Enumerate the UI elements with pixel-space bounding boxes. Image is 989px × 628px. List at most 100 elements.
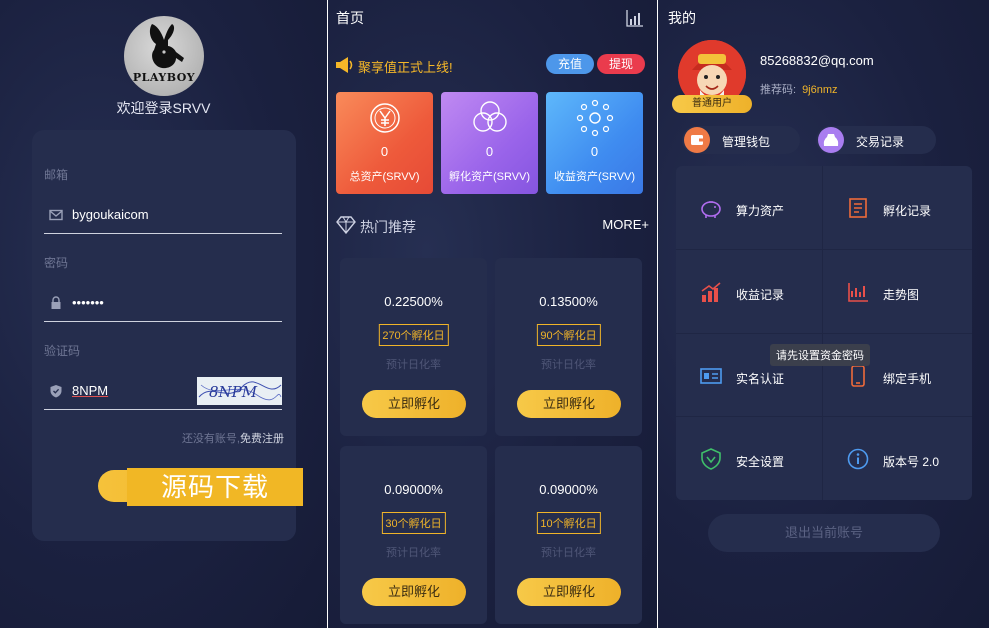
envelope-icon — [49, 209, 63, 221]
menu-label: 算力资产 — [736, 204, 785, 218]
captcha-value: 8NPM — [72, 383, 109, 398]
asset-card-total[interactable]: 0 总资产(SRVV) — [336, 92, 433, 194]
chart-icon[interactable] — [626, 9, 644, 27]
product-sub: 预计日化率 — [541, 359, 596, 371]
register-prompt: 还没有账号,免费注册 — [181, 433, 284, 445]
welcome-title: 欢迎登录SRVV — [116, 100, 211, 116]
asset-value: 0 — [485, 144, 494, 159]
megaphone-icon — [336, 57, 353, 73]
product-days: 90个孵化日 — [536, 324, 601, 346]
incubate-button[interactable]: 立即孵化 — [362, 578, 466, 606]
menu-item-earnings-records[interactable]: 收益记录 — [676, 250, 822, 333]
menu-grid: 算力资产 孵化记录 收益记录 走势图 实名认证 绑定手机 安全设置 版本号 2.… — [676, 166, 972, 500]
profile-panel: 我的 普通用户 85268832@qq.com 推荐码: 9j6nmz 管理钱包 … — [658, 0, 989, 628]
fund-password-tooltip: 请先设置资金密码 — [770, 344, 870, 366]
incubate-button[interactable]: 立即孵化 — [517, 390, 621, 418]
product-card: 0.22500% 270个孵化日 预计日化率 立即孵化 — [340, 258, 487, 436]
line-chart-icon — [848, 283, 868, 302]
product-card: 0.13500% 90个孵化日 预计日化率 立即孵化 — [495, 258, 642, 436]
wallet-label: 管理钱包 — [722, 135, 771, 149]
menu-label: 安全设置 — [736, 455, 785, 469]
asset-label: 收益资产(SRVV) — [553, 171, 636, 183]
lock-icon — [51, 296, 61, 309]
logo-text: PLAYBOY — [132, 71, 196, 84]
id-card-icon — [700, 368, 722, 384]
yen-coin-icon — [370, 103, 400, 133]
product-card: 0.09000% 30个孵化日 预计日化率 立即孵化 — [340, 446, 487, 624]
page-title: 我的 — [668, 10, 696, 26]
circles-icon — [473, 101, 507, 132]
asset-label: 孵化资产(SRVV) — [448, 171, 531, 183]
product-sub: 预计日化率 — [386, 547, 441, 559]
incubate-button[interactable]: 立即孵化 — [517, 578, 621, 606]
asset-card-earnings[interactable]: 0 收益资产(SRVV) — [546, 92, 643, 194]
captcha-label: 验证码 — [44, 344, 81, 358]
password-label: 密码 — [44, 256, 69, 270]
referral-code: 推荐码: 9j6nmz — [760, 84, 838, 96]
product-days: 270个孵化日 — [378, 324, 449, 346]
bunny-icon — [149, 24, 184, 69]
product-card: 0.09000% 10个孵化日 预计日化率 立即孵化 — [495, 446, 642, 624]
more-link[interactable]: MORE+ — [602, 217, 649, 232]
ledger-icon — [849, 198, 867, 218]
asset-card-incubation[interactable]: 0 孵化资产(SRVV) — [441, 92, 538, 194]
info-icon — [847, 448, 869, 470]
product-rate: 0.13500% — [539, 294, 598, 309]
product-rate: 0.09000% — [539, 482, 598, 497]
register-link[interactable]: 免费注册 — [240, 433, 284, 445]
captcha-field[interactable]: 8NPM 8NPM — [44, 374, 282, 410]
home-panel: 首页 聚享值正式上线! 充值 提现 0 总资产(SRVV) 0 孵化资产(SRV… — [328, 0, 657, 628]
withdraw-button[interactable]: 提现 — [597, 54, 645, 74]
phone-icon — [851, 365, 865, 387]
menu-label: 收益记录 — [736, 288, 785, 302]
download-watermark: 源码下载 — [127, 468, 303, 506]
wallet-icon — [684, 127, 710, 153]
menu-item-trend-chart[interactable]: 走势图 — [823, 250, 969, 333]
email-label: 邮箱 — [44, 168, 69, 182]
trade-records-button[interactable]: 交易记录 — [816, 126, 936, 154]
playboy-logo: PLAYBOY — [124, 16, 204, 96]
menu-label: 走势图 — [883, 288, 920, 302]
password-field[interactable]: ••••••• — [44, 286, 282, 322]
product-days: 30个孵化日 — [381, 512, 446, 534]
email-field[interactable]: bygoukaicom — [44, 198, 282, 234]
menu-label: 实名认证 — [736, 372, 785, 386]
product-sub: 预计日化率 — [541, 547, 596, 559]
product-days: 10个孵化日 — [536, 512, 601, 534]
product-rate: 0.22500% — [384, 294, 443, 309]
asset-value: 0 — [590, 144, 599, 159]
password-value: ••••••• — [72, 295, 104, 310]
menu-item-incubation-records[interactable]: 孵化记录 — [823, 166, 969, 249]
menu-item-hashpower[interactable]: 算力资产 — [676, 166, 822, 249]
page-title: 首页 — [336, 10, 364, 26]
menu-label: 孵化记录 — [883, 204, 932, 218]
user-level-badge: 普通用户 — [672, 95, 752, 113]
asset-value: 0 — [380, 144, 389, 159]
menu-label: 绑定手机 — [883, 372, 932, 386]
menu-label: 版本号 2.0 — [883, 455, 940, 469]
piggy-bank-icon — [701, 201, 721, 218]
product-sub: 预计日化率 — [386, 359, 441, 371]
incubate-button[interactable]: 立即孵化 — [362, 390, 466, 418]
shield-check-icon — [50, 385, 62, 398]
asset-label: 总资产(SRVV) — [349, 171, 420, 183]
email-value: bygoukaicom — [72, 207, 149, 222]
manage-wallet-button[interactable]: 管理钱包 — [682, 126, 800, 154]
network-icon — [576, 99, 614, 137]
notice-text[interactable]: 聚享值正式上线! — [358, 57, 453, 76]
bar-trend-icon — [701, 282, 721, 302]
logout-button[interactable]: 退出当前账号 — [708, 514, 940, 552]
captcha-image[interactable]: 8NPM — [197, 377, 282, 405]
shield-icon — [701, 448, 721, 470]
menu-item-security[interactable]: 安全设置 — [676, 417, 822, 500]
svg-text:8NPM: 8NPM — [209, 383, 258, 401]
user-email: 85268832@qq.com — [760, 53, 874, 68]
login-panel: PLAYBOY 欢迎登录SRVV 邮箱 bygoukaicom 密码 •••••… — [0, 0, 327, 628]
diamond-icon — [336, 216, 356, 234]
product-rate: 0.09000% — [384, 482, 443, 497]
recharge-button[interactable]: 充值 — [546, 54, 594, 74]
bag-icon — [818, 127, 844, 153]
trades-label: 交易记录 — [856, 135, 905, 149]
section-title: 热门推荐 — [360, 219, 416, 235]
menu-item-version[interactable]: 版本号 2.0 — [823, 417, 969, 500]
